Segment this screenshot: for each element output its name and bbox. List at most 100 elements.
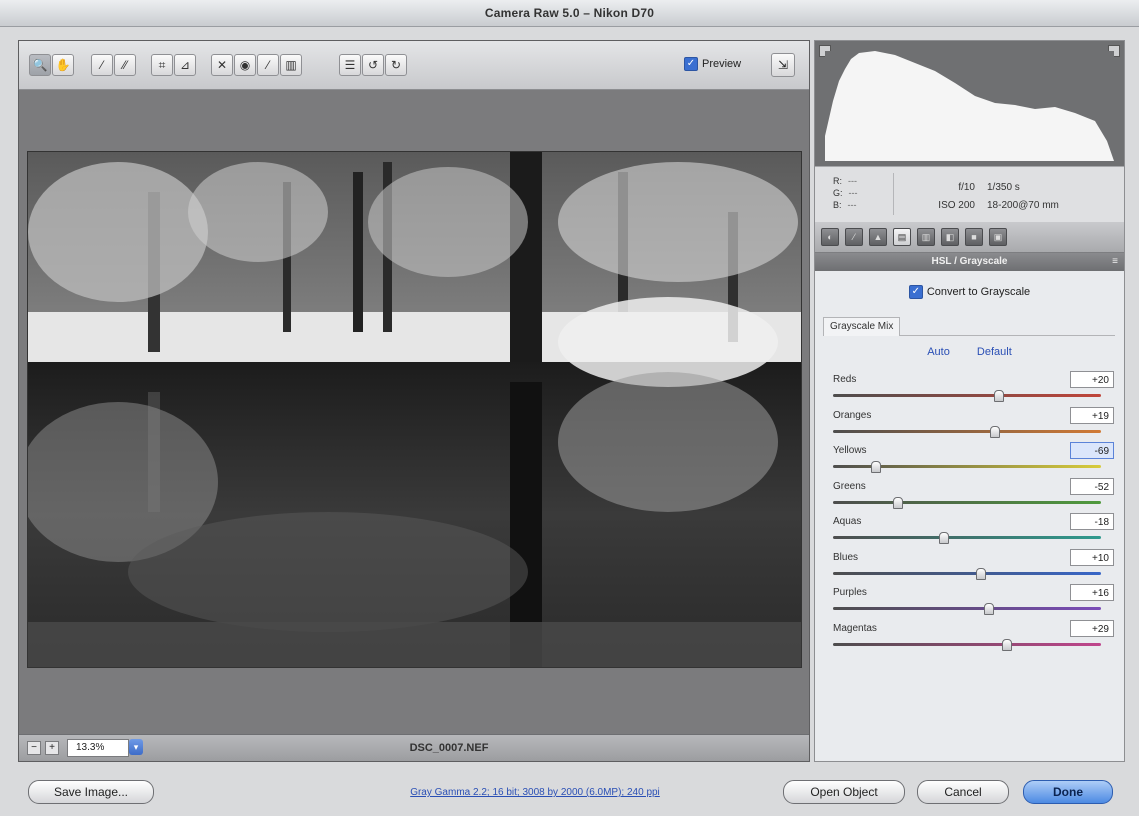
camera-calibration-icon[interactable]: ■	[965, 228, 983, 246]
blues-slider-thumb[interactable]	[976, 568, 987, 580]
winter-forest-photo	[28, 152, 801, 667]
spot-removal-tool-button[interactable]: ✕	[211, 54, 233, 76]
aperture: f/10	[958, 182, 975, 193]
done-button[interactable]: Done	[1023, 780, 1113, 804]
zoom-dropdown-button[interactable]: ▾	[129, 739, 143, 755]
blues-slider-track[interactable]	[833, 572, 1101, 575]
color-sampler-tool-icon: ⁄⁄	[122, 58, 127, 72]
magentas-slider-thumb[interactable]	[1001, 639, 1012, 651]
convert-grayscale-checkbox[interactable]: ✓	[908, 285, 923, 299]
default-link[interactable]: Default	[977, 346, 1012, 358]
crop-tool-icon: ⌗	[158, 58, 166, 72]
file-name: DSC_0007.NEF	[409, 742, 489, 754]
purples-slider-thumb[interactable]	[984, 603, 995, 615]
lens-corrections-icon[interactable]: ◧	[941, 228, 959, 246]
oranges-slider-row: Oranges +19	[831, 407, 1116, 443]
aquas-value-field[interactable]: -18	[1070, 513, 1114, 530]
save-image-button[interactable]: Save Image...	[28, 780, 154, 804]
white-balance-tool-button[interactable]: ⁄	[91, 54, 113, 76]
image-preview[interactable]	[27, 151, 802, 668]
info-divider	[893, 173, 894, 215]
open-object-button[interactable]: Open Object	[783, 780, 905, 804]
rotate-ccw-button[interactable]: ↺	[362, 54, 384, 76]
purples-value-field[interactable]: +16	[1070, 584, 1114, 601]
image-pane: 🔍 ✋ ⁄ ⁄⁄ ⌗ ⊿ ✕ ◉ ⁄ ▥ ☰ ↺ ↻ ✓ Preview ⇲ −…	[18, 40, 810, 762]
zoom-level-field[interactable]: 13.3%	[67, 739, 129, 757]
preferences-icon: ☰	[344, 58, 356, 72]
reds-value-field[interactable]: +20	[1070, 371, 1114, 388]
purples-slider-track[interactable]	[833, 607, 1101, 610]
reds-slider-track[interactable]	[833, 394, 1101, 397]
convert-grayscale-label: Convert to Grayscale	[926, 285, 1031, 298]
straighten-tool-button[interactable]: ⊿	[174, 54, 196, 76]
red-readout: R: ---	[833, 176, 857, 186]
rotate-cw-icon: ↻	[390, 58, 402, 72]
oranges-label: Oranges	[833, 410, 872, 421]
hsl-icon[interactable]: ▤	[893, 228, 911, 246]
shutter-speed: 1/350 s	[987, 182, 1020, 193]
panel-menu-icon[interactable]: ≡	[1112, 253, 1118, 271]
preferences-button[interactable]: ☰	[339, 54, 361, 76]
straighten-tool-icon: ⊿	[179, 58, 191, 72]
chevron-down-icon: ▾	[133, 742, 139, 752]
oranges-slider-thumb[interactable]	[989, 426, 1000, 438]
convert-grayscale-toggle[interactable]: ✓ Convert to Grayscale	[815, 285, 1124, 299]
fullscreen-button[interactable]: ⇲	[771, 53, 795, 77]
blue-readout: B: ---	[833, 200, 857, 210]
greens-slider-thumb[interactable]	[893, 497, 904, 509]
graduated-filter-button[interactable]: ▥	[280, 54, 302, 76]
greens-label: Greens	[833, 481, 866, 492]
grayscale-mix-label: Grayscale Mix	[823, 317, 901, 336]
purples-label: Purples	[833, 587, 867, 598]
zoom-tool-button[interactable]: 🔍	[29, 54, 51, 76]
zoom-out-button[interactable]: −	[27, 741, 41, 755]
zoom-in-icon: +	[49, 742, 55, 753]
oranges-value-field[interactable]: +19	[1070, 407, 1114, 424]
aquas-slider-row: Aquas -18	[831, 513, 1116, 549]
yellows-slider-thumb[interactable]	[870, 461, 881, 473]
greens-slider-track[interactable]	[833, 501, 1101, 504]
blues-value-field[interactable]: +10	[1070, 549, 1114, 566]
adjustment-brush-button[interactable]: ⁄	[257, 54, 279, 76]
color-sampler-tool-button[interactable]: ⁄⁄	[114, 54, 136, 76]
aquas-slider-thumb[interactable]	[938, 532, 949, 544]
aquas-slider-track[interactable]	[833, 536, 1101, 539]
crop-tool-button[interactable]: ⌗	[151, 54, 173, 76]
rotate-cw-button[interactable]: ↻	[385, 54, 407, 76]
yellows-value-field[interactable]: -69	[1070, 442, 1114, 459]
hand-tool-button[interactable]: ✋	[52, 54, 74, 76]
preview-checkbox[interactable]: ✓	[684, 57, 698, 72]
histogram	[815, 41, 1124, 166]
reds-slider-row: Reds +20	[831, 371, 1116, 407]
preview-toggle[interactable]: ✓ Preview	[684, 54, 741, 74]
greens-value-field[interactable]: -52	[1070, 478, 1114, 495]
lens: 18-200@70 mm	[987, 200, 1059, 211]
presets-icon[interactable]: ▣	[989, 228, 1007, 246]
green-readout: G: ---	[833, 188, 858, 198]
auto-link[interactable]: Auto	[927, 346, 950, 358]
detail-icon[interactable]: ▲	[869, 228, 887, 246]
split-toning-icon[interactable]: ▥	[917, 228, 935, 246]
graduated-filter-icon: ▥	[285, 58, 297, 72]
aquas-label: Aquas	[833, 516, 862, 527]
reds-label: Reds	[833, 374, 857, 385]
reds-slider-thumb[interactable]	[993, 390, 1004, 402]
grayscale-mix-tab[interactable]: Grayscale Mix	[823, 317, 1115, 336]
bottom-bar: Save Image... Gray Gamma 2.2; 16 bit; 30…	[0, 766, 1139, 816]
magentas-value-field[interactable]: +29	[1070, 620, 1114, 637]
magentas-slider-track[interactable]	[833, 643, 1101, 646]
red-eye-tool-button[interactable]: ◉	[234, 54, 256, 76]
fullscreen-icon: ⇲	[777, 58, 789, 72]
iso: ISO 200	[938, 200, 975, 211]
yellows-label: Yellows	[833, 445, 867, 456]
rotate-ccw-icon: ↺	[367, 58, 379, 72]
basic-icon[interactable]: ◐	[821, 228, 839, 246]
exif-readout: f/10 1/350 s ISO 200 18-200@70 mm	[925, 179, 1059, 215]
oranges-slider-track[interactable]	[833, 430, 1101, 433]
camera-info: R: --- G: --- B: --- f/10 1/350 s ISO 200 18-…	[815, 166, 1124, 223]
white-balance-tool-icon: ⁄	[100, 58, 103, 72]
tone-curve-icon[interactable]: ⁄	[845, 228, 863, 246]
cancel-button[interactable]: Cancel	[917, 780, 1009, 804]
zoom-in-button[interactable]: +	[45, 741, 59, 755]
workflow-options-link[interactable]: Gray Gamma 2.2; 16 bit; 3008 by 2000 (6.…	[365, 787, 705, 798]
